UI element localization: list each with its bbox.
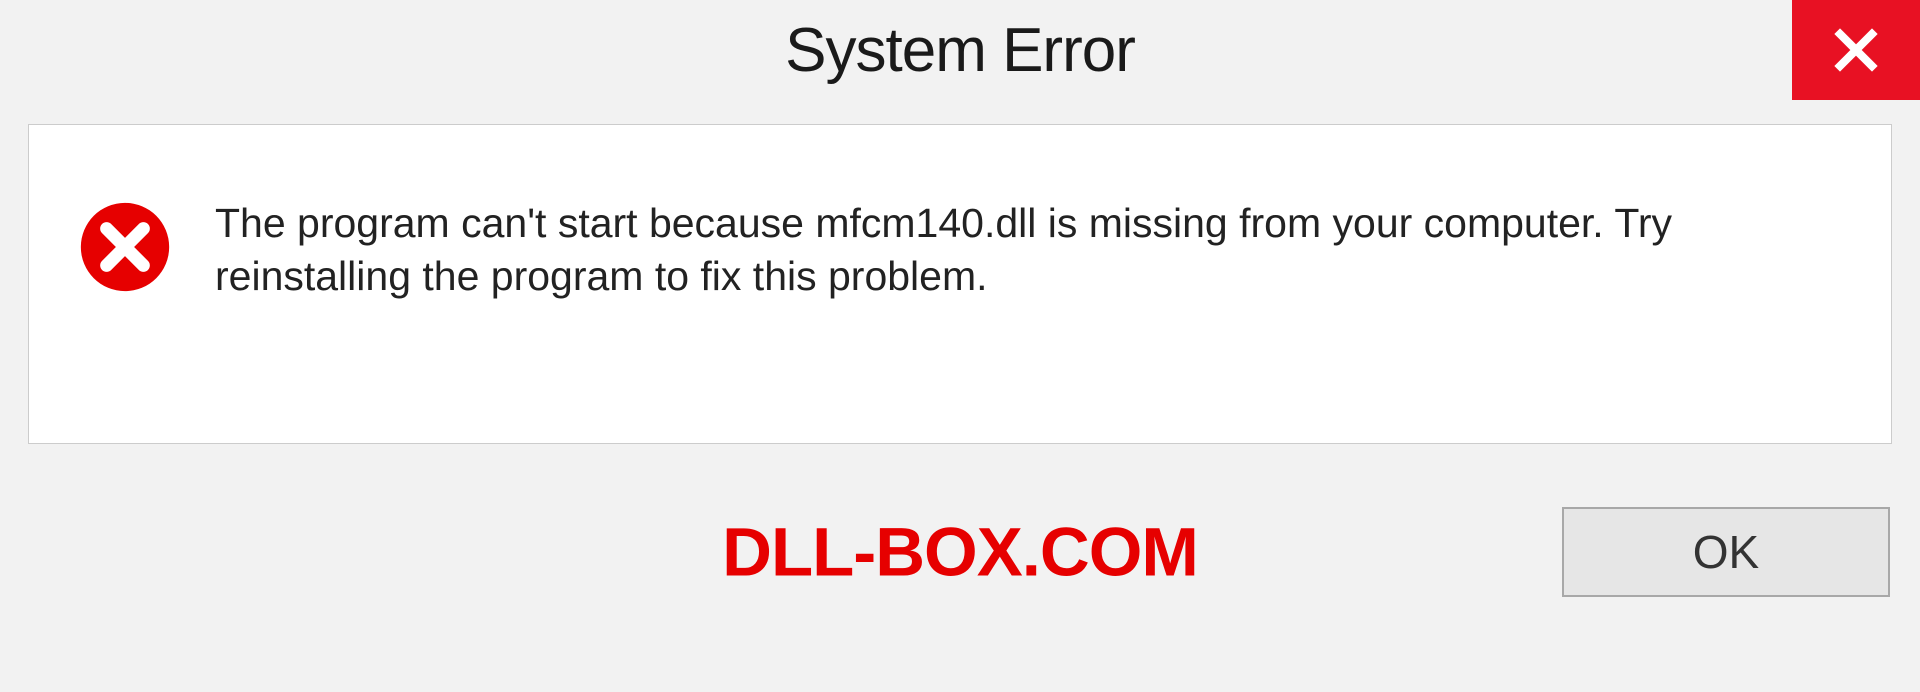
dialog-title: System Error: [785, 15, 1135, 86]
error-message: The program can't start because mfcm140.…: [215, 195, 1841, 304]
title-bar: System Error: [0, 0, 1920, 100]
close-icon: [1832, 26, 1880, 74]
ok-button-label: OK: [1693, 525, 1759, 579]
ok-button[interactable]: OK: [1562, 507, 1890, 597]
footer: DLL-BOX.COM OK: [28, 459, 1892, 644]
watermark-text: DLL-BOX.COM: [722, 512, 1198, 591]
error-icon: [79, 201, 171, 293]
content-panel: The program can't start because mfcm140.…: [28, 124, 1892, 444]
close-button[interactable]: [1792, 0, 1920, 100]
